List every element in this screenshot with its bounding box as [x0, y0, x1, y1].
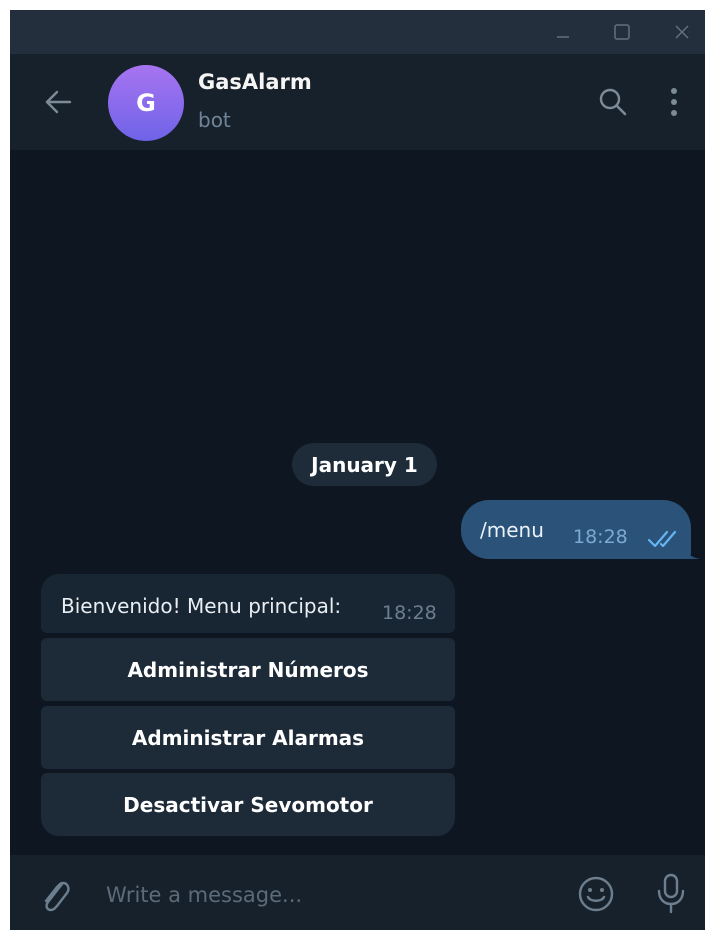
close-icon: [675, 25, 689, 39]
outgoing-message-tail: [686, 543, 700, 559]
outgoing-message-text: /menu: [480, 518, 544, 542]
back-button[interactable]: [40, 84, 76, 120]
minimize-button[interactable]: [540, 10, 586, 54]
keyboard-button-administrar-alarmas[interactable]: Administrar Alarmas: [41, 706, 455, 769]
chat-title[interactable]: GasAlarm: [198, 70, 312, 94]
message-composer: [10, 855, 705, 930]
telegram-window: G GasAlarm bot January 1 /menu 18:28 Bie…: [10, 10, 705, 930]
more-vertical-icon: [671, 88, 677, 116]
keyboard-button-administrar-numeros[interactable]: Administrar Números: [41, 638, 455, 701]
paperclip-icon: [44, 881, 70, 912]
keyboard-button-desactivar-sevomotor[interactable]: Desactivar Sevomotor: [41, 773, 455, 836]
avatar[interactable]: G: [108, 65, 184, 141]
maximize-button[interactable]: [599, 10, 645, 54]
smile-icon: [578, 876, 614, 912]
outgoing-message[interactable]: /menu 18:28: [461, 500, 691, 559]
incoming-message-time: 18:28: [382, 602, 437, 624]
search-button[interactable]: [595, 84, 631, 120]
avatar-letter: G: [136, 89, 156, 117]
arrow-left-icon: [45, 90, 72, 114]
date-separator: January 1: [292, 443, 437, 486]
more-menu-button[interactable]: [660, 84, 688, 120]
window-titlebar: [10, 10, 705, 54]
voice-record-button[interactable]: [654, 873, 688, 915]
attach-button[interactable]: [36, 875, 74, 913]
microphone-icon: [657, 873, 685, 914]
incoming-message[interactable]: Bienvenido! Menu principal: 18:28: [41, 574, 455, 633]
chat-status: bot: [198, 108, 231, 132]
outgoing-message-time: 18:28: [573, 526, 628, 548]
maximize-icon: [614, 24, 630, 40]
close-button[interactable]: [659, 10, 705, 54]
message-input[interactable]: [106, 879, 546, 911]
minimize-icon: [557, 36, 569, 38]
search-icon: [599, 88, 627, 116]
emoji-button[interactable]: [576, 874, 616, 914]
chat-header: G GasAlarm bot: [10, 54, 705, 150]
incoming-message-text: Bienvenido! Menu principal:: [61, 594, 342, 618]
double-check-icon: [647, 530, 677, 548]
